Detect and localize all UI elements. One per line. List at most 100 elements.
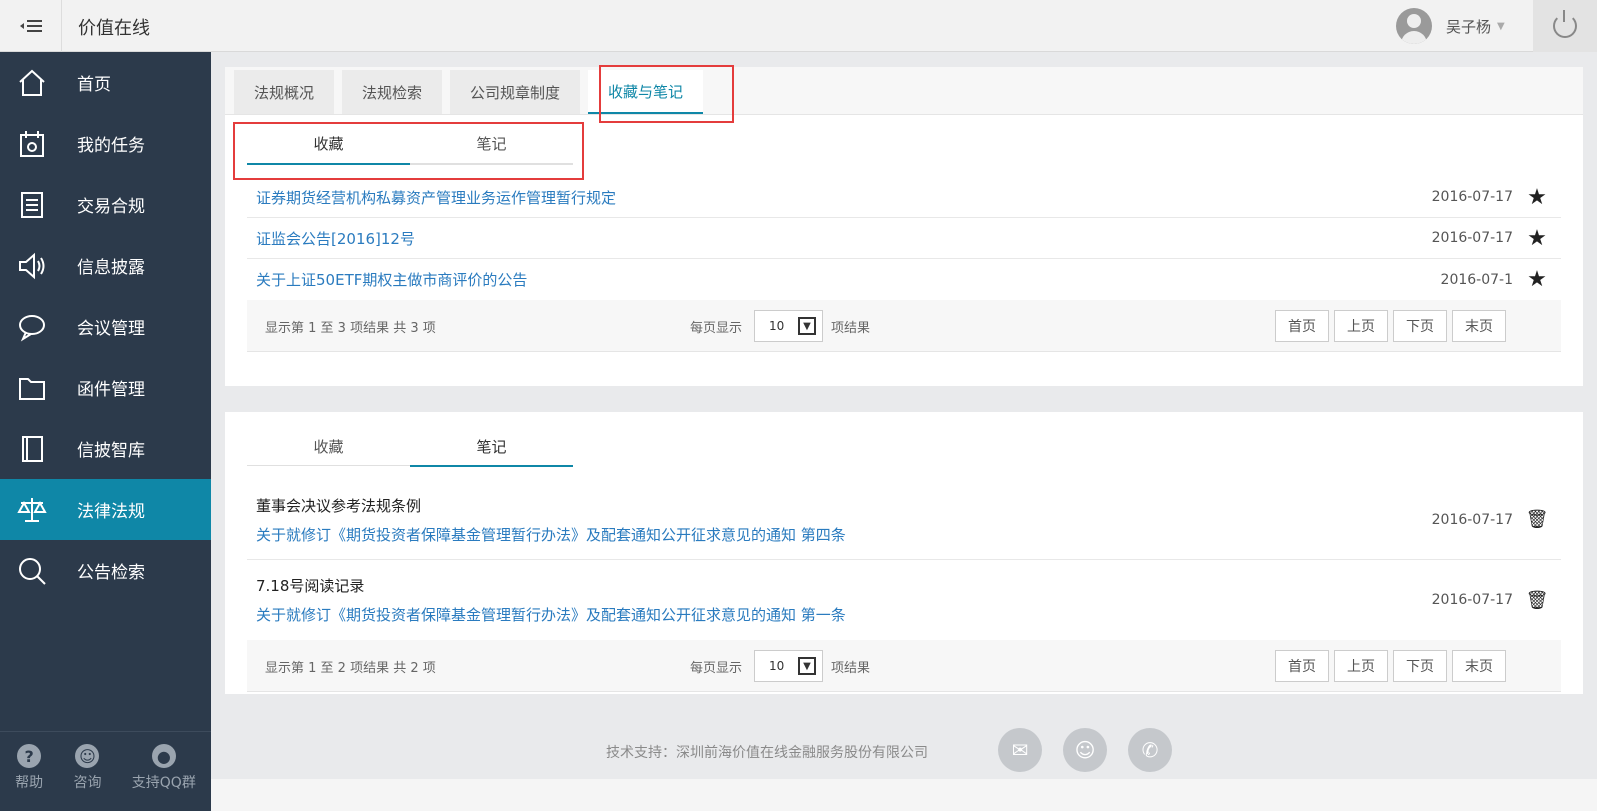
pagination: 显示第 1 至 3 项结果 共 3 项 每页显示 10 ▼ 项结果 首页 上页 … xyxy=(247,300,1561,352)
power-icon xyxy=(1553,10,1577,38)
scales-icon xyxy=(17,495,47,525)
favorite-date: 2016-07-17 xyxy=(1431,230,1513,246)
sidebar-item-announcement-search[interactable]: 公告检索 xyxy=(0,540,211,601)
sidebar-item-label: 法律法规 xyxy=(77,502,145,522)
document-icon xyxy=(17,190,47,220)
per-page-label: 每页显示 xyxy=(690,321,743,336)
last-page-button[interactable]: 末页 xyxy=(1452,310,1506,342)
brand-title: 价值在线 xyxy=(78,18,150,39)
subtab-favorites[interactable]: 收藏 xyxy=(247,428,410,465)
tab-regulation-search[interactable]: 法规检索 xyxy=(342,70,443,114)
sidebar-item-letters[interactable]: 函件管理 xyxy=(0,357,211,418)
note-link[interactable]: 关于就修订《期货投资者保障基金管理暂行办法》及配套通知公开征求意见的通知 第一条 xyxy=(256,604,1393,625)
next-page-button[interactable]: 下页 xyxy=(1393,650,1447,682)
menu-toggle-icon[interactable] xyxy=(0,0,62,52)
search-icon xyxy=(17,556,47,586)
list-item: 董事会决议参考法规条例 关于就修订《期货投资者保障基金管理暂行办法》及配套通知公… xyxy=(247,480,1561,560)
highlight-box xyxy=(599,65,734,123)
results-label: 项结果 xyxy=(831,321,871,336)
pagination-buttons: 首页 上页 下页 末页 xyxy=(1275,650,1511,682)
sidebar-item-label: 信息披露 xyxy=(77,258,145,278)
favorite-link[interactable]: 证券期货经营机构私募资产管理业务运作管理暂行规定 xyxy=(256,187,1393,208)
pagination-info: 显示第 1 至 3 项结果 共 3 项 xyxy=(265,321,436,336)
help-icon: ? xyxy=(17,744,42,768)
sidebar-item-tasks[interactable]: 我的任务 xyxy=(0,113,211,174)
first-page-button[interactable]: 首页 xyxy=(1275,650,1329,682)
avatar xyxy=(1396,8,1432,44)
user-menu[interactable]: 吴子杨 ▼ xyxy=(1396,6,1505,46)
qq-group-button[interactable]: ● 支持QQ群 xyxy=(132,744,196,811)
per-page-value: 10 xyxy=(769,319,785,333)
chevron-down-icon: ▼ xyxy=(1497,20,1505,32)
support-text: 技术支持：深圳前海价值在线金融服务股份有限公司 xyxy=(606,745,928,761)
tab-regulation-overview[interactable]: 法规概况 xyxy=(234,70,335,114)
chevron-down-icon: ▼ xyxy=(798,657,816,675)
sidebar-item-label: 会议管理 xyxy=(77,319,145,339)
last-page-button[interactable]: 末页 xyxy=(1452,650,1506,682)
next-page-button[interactable]: 下页 xyxy=(1393,310,1447,342)
note-date: 2016-07-17 xyxy=(1431,592,1513,608)
list-item: 证券期货经营机构私募资产管理业务运作管理暂行规定 2016-07-17 ★ xyxy=(247,177,1561,218)
wechat-icon[interactable]: ✉ xyxy=(998,728,1042,772)
help-button[interactable]: ? 帮助 xyxy=(15,744,43,811)
results-label: 项结果 xyxy=(831,661,871,676)
note-title: 董事会决议参考法规条例 xyxy=(256,496,422,515)
list-item: 7.18号阅读记录 关于就修订《期货投资者保障基金管理暂行办法》及配套通知公开征… xyxy=(247,560,1561,640)
qq-label: 支持QQ群 xyxy=(131,775,196,791)
help-label: 帮助 xyxy=(15,775,44,791)
highlight-box xyxy=(233,122,584,180)
sidebar-item-knowledge[interactable]: 信披智库 xyxy=(0,418,211,479)
subtab-notes[interactable]: 笔记 xyxy=(410,428,573,467)
folder-icon xyxy=(17,373,47,403)
user-name: 吴子杨 xyxy=(1446,17,1492,36)
per-page-select[interactable]: 10 ▼ xyxy=(754,650,823,682)
pagination-info: 显示第 1 至 2 项结果 共 2 项 xyxy=(265,661,436,676)
tab-company-rules[interactable]: 公司规章制度 xyxy=(450,70,581,114)
note-title: 7.18号阅读记录 xyxy=(256,577,365,595)
sidebar-item-label: 交易合规 xyxy=(77,197,145,217)
sidebar: 首页 我的任务 交易合规 信息披露 会议管理 函件管理 信披智库 法律法规 公告… xyxy=(0,52,211,811)
main-tabs: 法规概况 法规检索 公司规章制度 收藏与笔记 xyxy=(225,65,1583,123)
notes-panel: 收藏 笔记 董事会决议参考法规条例 关于就修订《期货投资者保障基金管理暂行办法》… xyxy=(225,412,1583,694)
top-bar: 价值在线 吴子杨 ▼ xyxy=(0,0,1597,52)
favorite-link[interactable]: 关于上证50ETF期权主做市商评价的公告 xyxy=(256,269,1393,290)
trash-icon[interactable]: 🗑 xyxy=(1513,590,1561,611)
star-icon[interactable]: ★ xyxy=(1513,185,1561,210)
per-page-select[interactable]: 10 ▼ xyxy=(754,310,823,342)
pagination-buttons: 首页 上页 下页 末页 xyxy=(1275,310,1511,342)
note-link[interactable]: 关于就修订《期货投资者保障基金管理暂行办法》及配套通知公开征求意见的通知 第四条 xyxy=(256,524,1393,545)
qq-icon: ● xyxy=(151,744,176,768)
consult-button[interactable]: ☺ 咨询 xyxy=(73,744,101,811)
favorites-list: 证券期货经营机构私募资产管理业务运作管理暂行规定 2016-07-17 ★ 证监… xyxy=(247,177,1561,300)
headset-icon: ☺ xyxy=(75,744,100,768)
prev-page-button[interactable]: 上页 xyxy=(1334,650,1388,682)
per-page-label: 每页显示 xyxy=(690,661,743,676)
service-icon[interactable]: ☺ xyxy=(1063,728,1107,772)
sidebar-item-home[interactable]: 首页 xyxy=(0,52,211,113)
phone-icon[interactable]: ✆ xyxy=(1128,728,1172,772)
chevron-down-icon: ▼ xyxy=(798,317,816,335)
note-date: 2016-07-17 xyxy=(1431,511,1513,528)
first-page-button[interactable]: 首页 xyxy=(1275,310,1329,342)
trash-icon[interactable]: 🗑 xyxy=(1513,509,1561,530)
sidebar-item-disclosure[interactable]: 信息披露 xyxy=(0,235,211,296)
sub-tabs: 收藏 笔记 xyxy=(247,428,573,467)
home-icon xyxy=(17,68,47,98)
prev-page-button[interactable]: 上页 xyxy=(1334,310,1388,342)
speaker-icon xyxy=(17,251,47,281)
calendar-icon xyxy=(17,129,47,159)
power-button[interactable] xyxy=(1533,0,1597,52)
list-item: 证监会公告[2016]12号 2016-07-17 ★ xyxy=(247,218,1561,259)
notes-list: 董事会决议参考法规条例 关于就修订《期货投资者保障基金管理暂行办法》及配套通知公… xyxy=(247,480,1561,640)
bottom-strip xyxy=(211,779,1597,811)
per-page-value: 10 xyxy=(769,659,785,673)
sidebar-item-label: 公告检索 xyxy=(77,563,145,583)
favorite-link[interactable]: 证监会公告[2016]12号 xyxy=(256,228,1393,249)
sidebar-item-meetings[interactable]: 会议管理 xyxy=(0,296,211,357)
star-icon[interactable]: ★ xyxy=(1513,226,1561,251)
sidebar-item-label: 首页 xyxy=(77,75,111,95)
sidebar-item-laws[interactable]: 法律法规 xyxy=(0,479,211,540)
sidebar-item-label: 信披智库 xyxy=(77,441,145,461)
sidebar-item-trade-compliance[interactable]: 交易合规 xyxy=(0,174,211,235)
star-icon[interactable]: ★ xyxy=(1513,267,1561,292)
